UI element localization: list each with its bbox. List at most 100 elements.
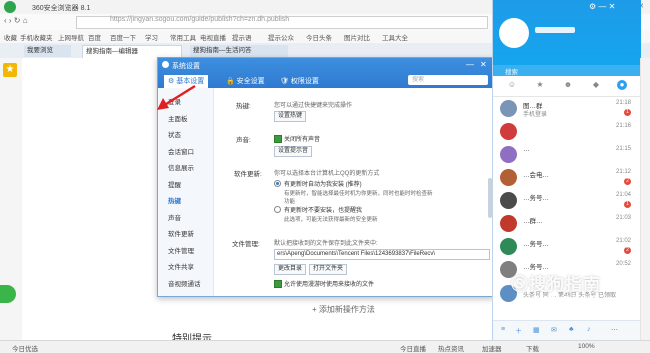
bookmark-item[interactable]: 图片对比 (344, 32, 370, 42)
open-folder-button[interactable]: 打开文件夹 (309, 264, 348, 275)
window-title: 360安全浏览器 8.1 (32, 5, 91, 12)
mute-all-checkbox[interactable] (274, 135, 282, 143)
conversation-name: …务号… (523, 195, 549, 202)
page-scrollbar[interactable] (640, 58, 650, 340)
settings-dialog: 系统设置 — ✕ ⚙ 基本设置 🔒 安全设置 🛡 权限设置 搜索 登录 主面板 状态… (157, 57, 494, 297)
conversation-time: 21:02 (615, 238, 631, 244)
conversation-name: … (523, 146, 530, 153)
unread-badge: 1 (624, 109, 631, 116)
qq-tabs: ☺ ★ ☻ ◆ ● (493, 76, 641, 97)
add-icon[interactable]: ＋ (515, 326, 522, 336)
browser-logo (4, 1, 16, 13)
auto-update-radio[interactable] (274, 180, 281, 187)
settings-nav-item[interactable]: 状态 (168, 129, 181, 139)
dialog-title: 系统设置 (172, 63, 200, 70)
favorites-icon[interactable]: ★ (3, 63, 17, 77)
roaming-checkbox[interactable] (274, 280, 282, 288)
bookmark-item[interactable]: 收藏 (4, 32, 17, 42)
app-icon[interactable]: ▦ (533, 326, 540, 334)
bookmark-item[interactable]: 电视直播 (200, 32, 226, 42)
bookmark-item[interactable]: 百度 (88, 32, 101, 42)
conversation-message: 手机登录 (523, 112, 548, 118)
list-item[interactable]: …务号… 21:02 2 (493, 235, 641, 258)
settings-nav: 登录 主面板 状态 会话窗口 信息展示 提醒 热键 声音 软件更新 文件管理 文件共享 音视频通话 (158, 88, 214, 296)
settings-nav-item[interactable]: 文件管理 (168, 245, 194, 255)
status-bar: 今日优选 今日直播 热点资讯 加速器 下载 100% (0, 340, 650, 353)
settings-nav-item[interactable]: 热键 (168, 195, 181, 205)
status-item[interactable]: 100% (578, 343, 595, 350)
avatar[interactable] (499, 18, 529, 48)
bookmark-item[interactable]: 常用工具 (170, 32, 196, 42)
settings-nav-item[interactable]: 主面板 (168, 113, 188, 123)
list-item[interactable]: …会电… 21:12 2 (493, 166, 641, 189)
groups-tab-icon[interactable]: ☻ (563, 80, 573, 90)
list-item[interactable]: 图…群 21:18 手机登录 1 (493, 97, 641, 120)
auto-update-desc: 有更新时，智能选择最佳时机为你更新，同时也能时时检查新功能 (284, 191, 433, 205)
update-desc: 你可以选择本台计算机上QQ的更新方式 (274, 171, 380, 177)
dialog-header: 系统设置 — ✕ ⚙ 基本设置 🔒 安全设置 🛡 权限设置 搜索 (158, 58, 493, 88)
settings-nav-item[interactable]: 音视频通话 (168, 278, 201, 288)
tab-security-settings[interactable]: 🔒 安全设置 (222, 75, 269, 88)
bookmark-item[interactable]: 手机收藏夹 (20, 32, 53, 42)
list-item[interactable]: …群… 21:03 (493, 212, 641, 235)
settings-nav-item[interactable]: 软件更新 (168, 228, 194, 238)
conversation-time: 20:52 (615, 261, 631, 267)
contacts-tab-icon[interactable]: ★ (535, 80, 545, 90)
set-sound-button[interactable]: 设置提示音 (274, 146, 313, 157)
settings-nav-item[interactable]: 提醒 (168, 179, 181, 189)
no-install-radio[interactable] (274, 206, 281, 213)
bookmark-item[interactable]: 今日头条 (306, 32, 332, 42)
conversation-time: 21:15 (615, 146, 631, 152)
tab-home[interactable]: 我要浏览 (24, 45, 71, 57)
unread-badge: 2 (624, 178, 631, 185)
settings-content: 热键: 您可以通过快捷键来完成操作 设置热键 声音: 关闭所有声音 设置提示音 … (214, 88, 493, 296)
avatar (500, 146, 517, 163)
game-icon[interactable]: ♣ (569, 326, 574, 333)
avatar (500, 192, 517, 209)
settings-nav-item[interactable]: 文件共享 (168, 261, 194, 271)
settings-nav-item[interactable]: 信息展示 (168, 162, 194, 172)
file-path-input[interactable]: ers\Apeng\Documents\Tencent Files\124369… (274, 249, 490, 260)
settings-nav-item[interactable]: 会话窗口 (168, 146, 194, 156)
qq-search-input[interactable]: 搜索 (493, 65, 641, 76)
bookmark-item[interactable]: 上网导航 (58, 32, 84, 42)
bookmark-item[interactable]: 提示语 (232, 32, 252, 42)
file-desc: 默认把接收到的文件保存到此文件夹中: (274, 241, 378, 247)
list-item[interactable]: … 21:15 (493, 143, 641, 166)
add-method-link[interactable]: + 添加新操作方法 (312, 304, 375, 315)
qq-penguin-icon (162, 61, 169, 68)
list-item[interactable]: …务号… 21:04 1 (493, 189, 641, 212)
qq-nickname (535, 27, 575, 33)
change-dir-button[interactable]: 更改目录 (274, 264, 307, 275)
hotkey-label: 热键: (236, 103, 251, 110)
bookmark-item[interactable]: 提示公众 (268, 32, 294, 42)
chat-tab-icon[interactable]: ☺ (507, 80, 517, 90)
minimize-button[interactable]: — (466, 60, 474, 69)
more-icon[interactable]: ⋯ (611, 326, 618, 334)
qq-footer: ≡ ＋ ▦ ✉ ♣ ♪ ⋯ (493, 320, 641, 341)
avatar (500, 215, 517, 232)
space-tab-icon[interactable]: ◆ (591, 80, 601, 90)
watermark-url: zhinan.sogou.com (531, 293, 596, 302)
auto-update-label: 有更新时自动为我安装 (推荐) (284, 182, 362, 188)
list-item[interactable]: 21:16 (493, 120, 641, 143)
qq-header: ⚙ — ✕ (493, 0, 641, 72)
messages-tab-icon[interactable]: ● (617, 80, 627, 90)
avatar (500, 100, 517, 117)
hotkey-desc: 您可以通过快捷键来完成操作 (274, 103, 353, 109)
set-hotkey-button[interactable]: 设置热键 (274, 111, 307, 122)
tab-qa[interactable]: 搜狗指南—生活问答 (190, 45, 288, 57)
music-icon[interactable]: ♪ (587, 326, 591, 333)
update-label: 软件更新: (234, 171, 262, 178)
dialog-search-input[interactable]: 搜索 (408, 75, 488, 85)
bookmark-item[interactable]: 学习 (145, 32, 158, 42)
back-button[interactable]: ‹ › ↻ ⌂ (4, 16, 28, 25)
settings-nav-item[interactable]: 声音 (168, 212, 181, 222)
bookmark-item[interactable]: 百度一下 (110, 32, 136, 42)
tab-permission-settings[interactable]: 🛡 权限设置 (276, 75, 323, 88)
close-button[interactable]: ✕ (480, 60, 487, 69)
menu-icon[interactable]: ≡ (501, 326, 505, 333)
mail-icon[interactable]: ✉ (551, 326, 557, 334)
qq-window-controls[interactable]: ⚙ — ✕ (589, 2, 615, 11)
bookmark-item[interactable]: 工具大全 (382, 32, 408, 42)
